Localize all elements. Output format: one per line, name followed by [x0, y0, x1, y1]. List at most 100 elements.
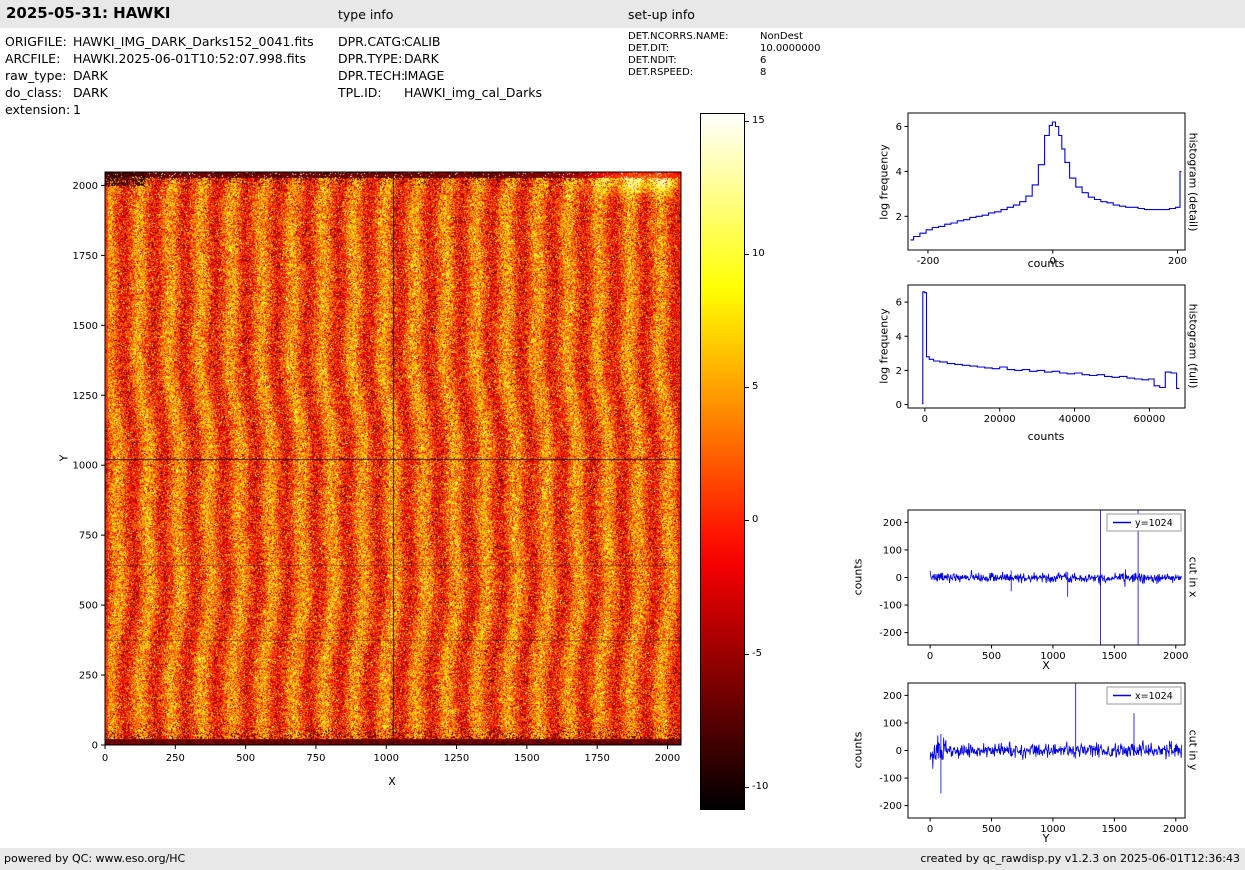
colorbar-tick-label: 5 — [752, 381, 759, 393]
footer-qc-link-text: powered by QC: www.eso.org/HC — [4, 852, 186, 865]
x-tick-label: 1500 — [1102, 651, 1127, 662]
cut-in-x-plot: 0 500 1000 1500 2000-200-1000100200 y=1024 — [879, 509, 1189, 662]
colorbar-tick-label: -10 — [752, 780, 769, 792]
meta-row: DPR.CATG: CALIB — [338, 33, 542, 50]
y-tick-label: 0 — [896, 400, 902, 411]
cut-in-x-side-label: cut in x — [1186, 556, 1200, 598]
meta-row: DET.NCORRS.NAME: NonDest — [628, 31, 820, 43]
meta-value: DARK — [73, 68, 108, 83]
histogram-detail-ylabel: log frequency — [877, 144, 891, 220]
x-tick-label: 200 — [1168, 256, 1187, 267]
legend-label: y=1024 — [1135, 518, 1173, 529]
y-tick-label: 0 — [896, 573, 902, 584]
meta-value: 8 — [760, 67, 767, 78]
x-tick-label: 1250 — [444, 753, 469, 764]
x-tick-label: 0 — [927, 824, 933, 835]
colorbar-tick-label: 10 — [752, 248, 765, 260]
y-tick-label: -100 — [879, 774, 902, 785]
meta-label: raw_type: — [5, 68, 67, 83]
y-tick-label: 6 — [896, 298, 902, 309]
cut-in-y-xlabel: Y — [1042, 832, 1050, 845]
histogram-full-plot: 0 20000 40000 60000 0 2 4 6 — [896, 284, 1186, 425]
y-tick-label: 250 — [79, 671, 98, 682]
x-tick-label: 0 — [927, 651, 933, 662]
x-tick-label: 60000 — [1134, 414, 1166, 425]
cut-in-x-xlabel: X — [1042, 659, 1050, 672]
meta-value: IMAGE — [404, 68, 445, 83]
colorbar-tick-label: 0 — [752, 514, 759, 526]
meta-row: DPR.TYPE: DARK — [338, 50, 542, 67]
axes-frame — [907, 112, 1186, 251]
colorbar-tick-mark — [745, 120, 749, 122]
x-tick-label: -200 — [917, 256, 940, 267]
type-info-block: DPR.CATG: CALIB DPR.TYPE: DARK DPR.TECH: IM… — [338, 33, 542, 101]
meta-value: CALIB — [404, 34, 441, 49]
meta-value: NonDest — [760, 31, 803, 42]
histogram-full-xlabel: counts — [1027, 430, 1065, 443]
x-tick-label: 2000 — [1163, 651, 1188, 662]
histogram-detail-side-label: histogram (detail) — [1186, 132, 1200, 232]
legend-label: x=1024 — [1135, 691, 1173, 702]
file-info-block: ORIGFILE: HAWKI_IMG_DARK_Darks152_0041.fi… — [5, 33, 314, 118]
page-title: 2025-05-31: HAWKI — [6, 4, 171, 22]
meta-label: do_class: — [5, 85, 63, 100]
y-tick-label: 200 — [883, 518, 902, 529]
meta-value: 1 — [73, 102, 81, 117]
y-tick-label: -200 — [879, 628, 902, 639]
main-image-axes: 0 250 500 750 1000 1250 1500 1750 2000 0 250 500 750… — [73, 171, 682, 764]
colorbar-tick-mark — [745, 254, 749, 256]
x-tick-label: 250 — [166, 753, 185, 764]
y-tick-label: 0 — [896, 746, 902, 757]
x-tick-label: 750 — [306, 753, 325, 764]
y-tick-label: 100 — [883, 545, 902, 556]
cut-in-y-side-label: cut in y — [1186, 729, 1200, 771]
meta-row: raw_type: DARK — [5, 67, 314, 84]
meta-value: 10.0000000 — [760, 43, 821, 54]
x-tick-label: 500 — [236, 753, 255, 764]
qc-report-page: 2025-05-31: HAWKI type info set-up info … — [0, 0, 1245, 870]
y-tick-label: 1750 — [73, 251, 98, 262]
y-tick-label: 1000 — [73, 461, 98, 472]
x-tick-label: 0 — [922, 414, 928, 425]
x-tick-label: 2000 — [1163, 824, 1188, 835]
y-tick-label: 2000 — [73, 181, 98, 192]
setup-info-heading: set-up info — [628, 7, 695, 22]
meta-label: DPR.CATG: — [338, 34, 406, 49]
x-tick-label: 1750 — [584, 753, 609, 764]
colorbar-tick-mark — [745, 786, 749, 788]
colorbar-tick-mark — [745, 387, 749, 389]
meta-label: DET.RSPEED: — [628, 67, 694, 78]
y-tick-label: -100 — [879, 601, 902, 612]
meta-label: DPR.TYPE: — [338, 51, 403, 66]
histogram-full-side-label: histogram (full) — [1186, 303, 1200, 389]
y-tick-label: 2 — [896, 366, 902, 377]
y-tick-label: 2 — [896, 212, 902, 223]
meta-row: DPR.TECH: IMAGE — [338, 67, 542, 84]
histogram-detail-plot: -200 0 200246 — [896, 112, 1187, 267]
y-tick-label: 1500 — [73, 321, 98, 332]
axes-frame — [907, 284, 1186, 409]
setup-info-block: DET.NCORRS.NAME: NonDest DET.DIT: 10.00000… — [628, 31, 820, 79]
meta-row: DET.NDIT: 6 — [628, 55, 820, 67]
y-tick-label: 4 — [896, 167, 902, 178]
meta-value: HAWKI_img_cal_Darks — [404, 85, 543, 100]
x-tick-label: 2000 — [655, 753, 680, 764]
meta-label: extension: — [5, 102, 71, 117]
meta-value: HAWKI.2025-06-01T10:52:07.998.fits — [73, 51, 306, 66]
meta-label: DPR.TECH: — [338, 68, 406, 83]
colorbar-tick-label: 15 — [752, 114, 765, 126]
y-tick-label: -200 — [879, 801, 902, 812]
y-tick-label: 750 — [79, 531, 98, 542]
colorbar — [700, 113, 745, 810]
y-tick-label: 4 — [896, 332, 902, 343]
meta-row: DET.RSPEED: 8 — [628, 67, 820, 79]
x-tick-label: 1000 — [374, 753, 399, 764]
x-tick-label: 40000 — [1059, 414, 1091, 425]
y-tick-label: 0 — [92, 741, 98, 752]
meta-value: DARK — [404, 51, 439, 66]
y-tick-label: 6 — [896, 122, 902, 133]
meta-label: DET.NDIT: — [628, 55, 677, 66]
x-tick-label: 500 — [982, 651, 1001, 662]
histogram-detail-xlabel: counts — [1027, 257, 1065, 270]
axes-frame — [104, 171, 682, 746]
